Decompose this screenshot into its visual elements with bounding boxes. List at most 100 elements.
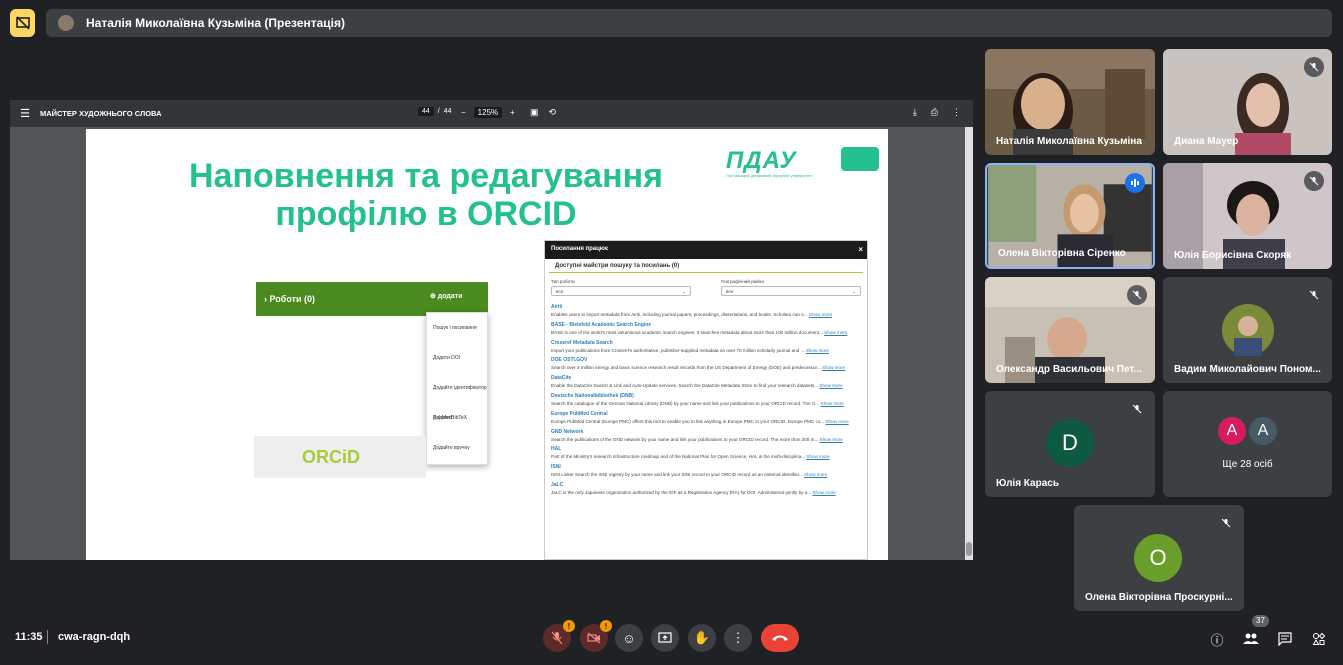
panel-entry: Airiti Enables users to import metadata f… [551,304,861,318]
slide-heading: Наповнення та редагування профілю в ORCI… [146,157,706,233]
entry-description: Europe PubMed Central (Europe PMC) offer… [551,419,861,425]
filter-label: Географічний район [721,279,764,284]
menu-item: Пошук і посилання [433,325,477,331]
reactions-button[interactable]: ☺ [615,624,643,652]
participant-name: Юлія Борисівна Скоряк [1174,250,1292,261]
show-more-link: Show more [825,418,849,424]
zoom-in-button[interactable]: + [510,108,515,117]
orcid-text: ORCiD [302,446,360,467]
meeting-info-icon[interactable]: ⓘ [1208,630,1226,648]
panel-entry: ISNI ISNI Linker Search the ISNI registry… [551,464,861,478]
hang-up-icon [772,635,788,641]
panel-title: Посилання працює [551,246,609,252]
filter-label: Тип роботи [551,279,575,284]
filter-value: все [556,289,564,294]
logo-mark-icon [841,147,879,171]
page-current[interactable]: 44 [418,107,434,116]
menu-item: Додайте вручну [433,445,470,451]
participant-name: Олена Вікторівна Сіренко [998,248,1126,259]
slide: Наповнення та редагування профілю в ORCI… [86,129,888,560]
chat-icon[interactable] [1276,630,1294,648]
zoom-out-button[interactable]: − [461,108,466,117]
entry-name: Europe PubMed Central [551,410,608,417]
scroll-thumb[interactable] [966,542,972,556]
menu-item: Додати BibTeX [433,415,468,421]
entry-text: Search the publications of the GND netwo… [551,436,819,442]
more-options-button[interactable]: ⋮ [724,624,752,652]
show-more-link: Show more [819,383,843,389]
raise-hand-button[interactable]: ✋ [688,624,716,652]
rotate-icon[interactable]: ⟲ [549,107,557,118]
entry-text: Europe PubMed Central (Europe PMC) offer… [551,418,825,424]
leave-call-button[interactable] [761,624,799,652]
mic-off-icon [551,631,563,645]
stop-presenting-icon[interactable] [10,9,35,37]
download-icon[interactable]: ⤓ [913,107,917,118]
participant-tile[interactable]: Наталія Миколаївна Кузьміна [985,49,1155,155]
panel-filters: Тип роботи все ⌄ Географічний район все ⌄ [545,273,867,296]
entry-name: BASE - Bielefeld Academic Search Engine [551,321,652,328]
entry-name: Crossref Metadata Search [551,339,613,346]
participant-tile[interactable]: D Юлія Карась [985,391,1155,497]
menu-icon[interactable]: ☰ [10,107,40,120]
entry-description: Search the publications of the GND netwo… [551,437,861,443]
zoom-controls: − 125% + [461,107,515,118]
present-screen-button[interactable] [651,624,679,652]
show-more-link: Show more [819,436,843,442]
hand-icon: ✋ [693,630,711,645]
mic-off-icon [1304,285,1324,305]
entry-description: Import your publications from Crossref's… [551,348,861,354]
logo-text: ПДАУ [726,147,797,174]
people-icon[interactable] [1242,630,1260,648]
more-participants-label: Ще 28 осіб [1222,459,1273,470]
participant-tile[interactable]: Диана Мауер [1163,49,1332,155]
panel-entry: DataCite Enable the DataCite Search & Lin… [551,375,861,389]
entry-name: DataCite [551,375,572,382]
activities-icon[interactable] [1310,630,1328,648]
entry-text: Import your publications from Crossref's… [551,347,805,353]
panel-entry: GND Network Search the publications of th… [551,429,861,443]
mic-toggle-button[interactable]: ! [543,620,575,652]
participant-avatar: D [1046,419,1094,467]
participant-avatar: A [1216,415,1248,447]
fit-page-icon[interactable]: ▣ [530,107,539,118]
scrollbar[interactable] [965,127,973,560]
zoom-level[interactable]: 125% [473,107,503,118]
panel-entry: JaLC JaLC is the only Japanese organizati… [551,482,861,496]
participant-tile-active[interactable]: Олена Вікторівна Сіренко [985,163,1155,269]
participant-tile[interactable]: O Олена Вікторівна Проскурні... [1074,505,1244,611]
print-icon[interactable]: ⎙ [931,107,938,118]
entry-description: Enables users to import metadata from Ai… [551,312,861,318]
university-logo: ПДАУ Полтавський державний аграрний унів… [726,147,886,187]
participant-tile[interactable]: Вадим Миколайович Поном... [1163,277,1332,383]
logo-subtitle: Полтавський державний аграрний університ… [726,173,813,178]
menu-item: Додайте ідентифікатор PubMed [433,385,487,421]
bottom-bar: 11:35 cwa-ragn-dqh ! ! ☺ ✋ ⋮ ⓘ 37 [0,610,1343,665]
mic-off-icon [1304,57,1324,77]
participant-name: Олена Вікторівна Проскурні... [1085,592,1233,603]
work-type-filter: Тип роботи все ⌄ [551,279,691,296]
more-options-icon[interactable]: ⋮ [952,107,961,118]
top-bar: Наталія Миколаївна Кузьміна (Презентація… [10,9,1332,39]
entry-text: Enables users to import metadata from Ai… [551,312,808,317]
participant-avatar: A [1247,415,1279,447]
participant-tile[interactable]: Олександр Васильович Пет... [985,277,1155,383]
camera-toggle-button[interactable]: ! [580,620,612,652]
divider [47,630,48,644]
panel-entry: DOE OSTI.GOV Search over 3 million energy… [551,357,861,371]
participant-tile[interactable]: Юлія Борисівна Скоряк [1163,163,1332,269]
participant-name: Вадим Миколайович Поном... [1174,364,1321,375]
filter-select: все ⌄ [721,286,861,296]
entry-name: ISNI [551,464,561,471]
show-more-link: Show more [812,489,836,495]
close-icon: × [858,245,863,254]
presenter-title: Наталія Миколаївна Кузьміна (Презентація… [86,16,346,30]
more-participants-tile[interactable]: A A Ще 28 осіб [1163,391,1332,497]
show-more-link: Show more [808,312,833,317]
filter-value: все [726,289,734,294]
entry-name: JaLC [551,481,564,488]
present-screen-icon [658,632,672,643]
entry-text: Search over 3 million energy and basic s… [551,365,821,371]
page-indicator: 44 / 44 [418,107,452,116]
participant-name: Юлія Карась [996,478,1059,489]
